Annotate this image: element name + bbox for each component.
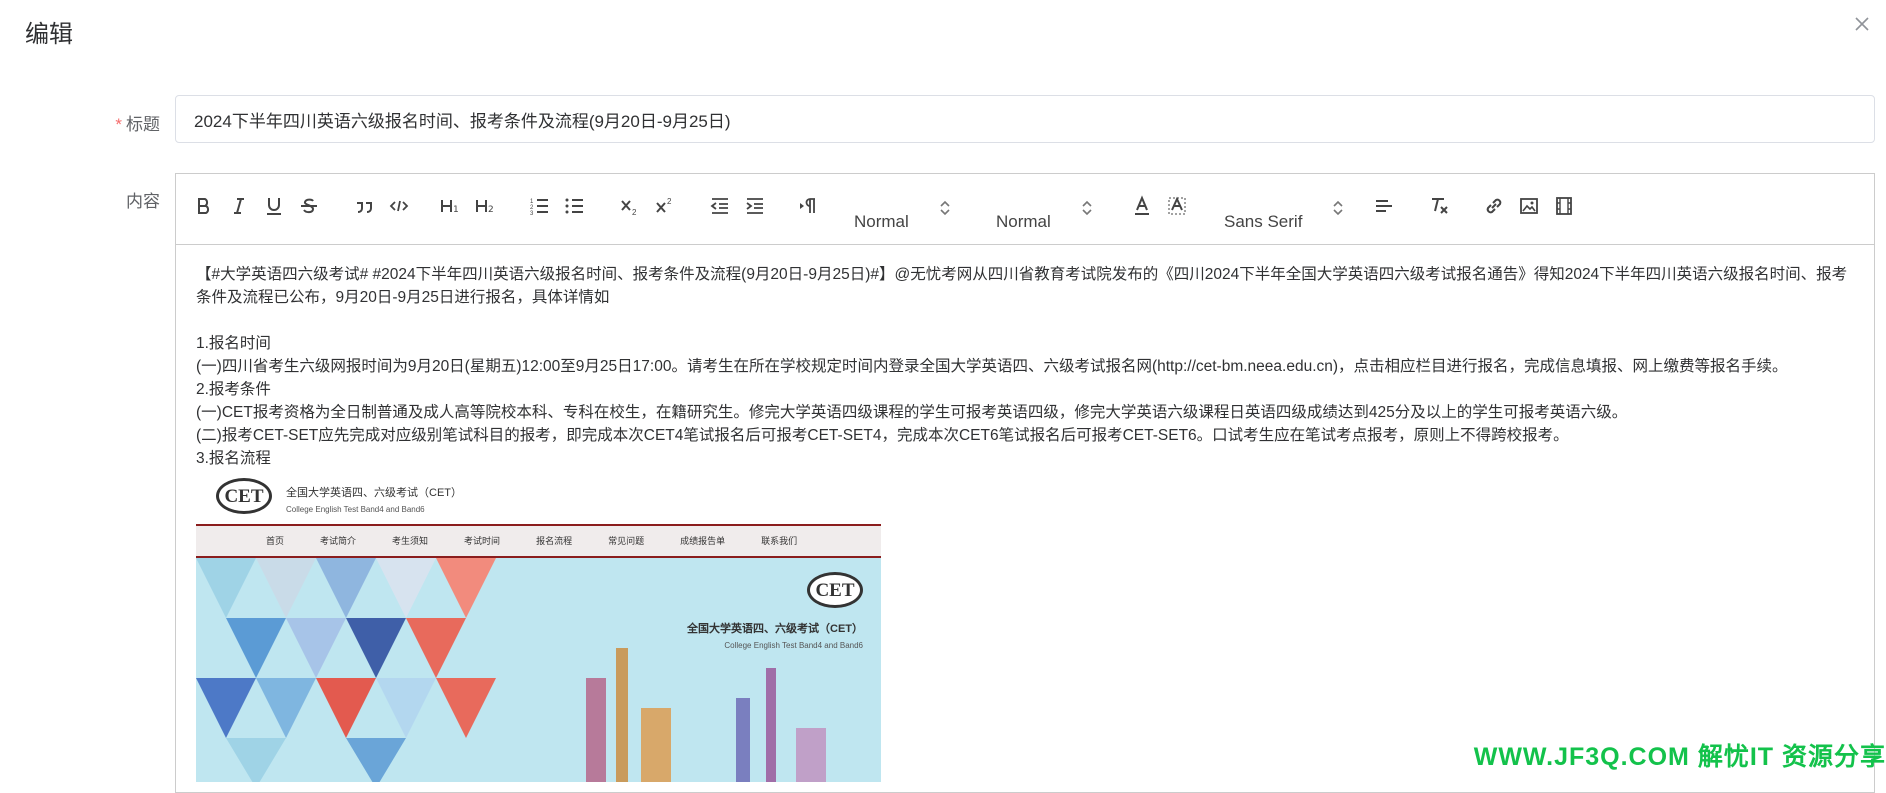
close-button[interactable]	[1850, 12, 1874, 36]
cet-nav-item: 联系我们	[761, 535, 798, 546]
text-color-icon	[1135, 195, 1149, 215]
cet-nav-item: 成绩报告单	[680, 535, 726, 546]
rich-text-editor: 1 2 123 2 2 Normal Normal Sans Serif 【#大…	[175, 173, 1875, 793]
header-picker[interactable]: Normal	[854, 200, 951, 236]
underline-button[interactable]	[260, 192, 288, 220]
svg-text:3: 3	[530, 211, 534, 217]
blockquote-button[interactable]	[350, 192, 378, 220]
bold-button[interactable]	[190, 192, 218, 220]
title-label-text: 标题	[126, 115, 160, 134]
text-direction-button[interactable]	[794, 192, 822, 220]
size-picker[interactable]: Normal	[996, 200, 1093, 236]
paragraph-conditions-2: (二)报考CET-SET应先完成对应级别笔试科目的报考，即完成本次CET4笔试报…	[196, 427, 1569, 444]
svg-text:1: 1	[453, 205, 459, 215]
image-icon	[1520, 198, 1538, 214]
outdent-icon	[710, 198, 728, 214]
font-picker[interactable]: Sans Serif	[1224, 200, 1344, 236]
close-icon	[1855, 17, 1869, 31]
indent-button[interactable]	[741, 192, 769, 220]
editor-toolbar: 1 2 123 2 2 Normal Normal Sans Serif	[176, 174, 1874, 245]
cet-image-header: CET 全国大学英语四、六级考试（CET） College English Te…	[196, 472, 881, 524]
link-icon	[1486, 198, 1502, 214]
banner-triangles	[196, 558, 826, 782]
dialog-title: 编辑	[25, 21, 73, 48]
size-picker-label: Normal	[996, 212, 1051, 231]
superscript-icon: 2	[656, 197, 672, 213]
background-color-icon	[1168, 196, 1186, 215]
cet-nav-item: 首页	[266, 535, 285, 546]
text-direction-icon	[800, 198, 815, 213]
quote-icon	[357, 202, 372, 213]
heading-process: 3.报名流程	[196, 450, 271, 467]
cet-title-en: College English Test Band4 and Band6	[286, 505, 425, 514]
clear-format-button[interactable]	[1425, 192, 1453, 220]
indent-icon	[746, 198, 763, 214]
cet-nav: 首页 考试简介 考生须知 考试时间 报名流程 常见问题 成绩报告单 联系我们	[196, 524, 881, 558]
bold-icon	[198, 198, 210, 214]
italic-button[interactable]	[225, 192, 253, 220]
video-button[interactable]	[1550, 192, 1578, 220]
required-mark: *	[115, 115, 122, 134]
svg-text:2: 2	[488, 205, 494, 215]
cet-banner-title-en: College English Test Band4 and Band6	[724, 641, 863, 650]
outdent-button[interactable]	[706, 192, 734, 220]
paragraph-conditions-1: (一)CET报考资格为全日制普通及成人高等院校本科、专科在校生，在籍研究生。修完…	[196, 404, 1628, 421]
clear-format-icon	[1432, 198, 1448, 214]
header-picker-label: Normal	[854, 212, 909, 231]
chevron-updown-icon	[940, 200, 950, 215]
cet-nav-item: 常见问题	[608, 535, 645, 546]
video-icon	[1556, 197, 1572, 215]
cet-nav-item: 考试时间	[464, 535, 501, 546]
ordered-list-icon: 123	[530, 199, 548, 217]
paragraph-signup-time: (一)四川省考生六级网报时间为9月20日(星期五)12:00至9月25日17:0…	[196, 358, 1788, 375]
header2-button[interactable]: 2	[471, 192, 499, 220]
title-label: * 标题	[40, 110, 160, 135]
watermark: WWW.JF3Q.COM 解忧IT 资源分享	[1473, 743, 1886, 771]
header1-button[interactable]: 1	[436, 192, 464, 220]
bullet-list-icon	[565, 198, 583, 214]
strike-button[interactable]	[295, 192, 323, 220]
paragraph-intro: 【#大学英语四六级考试# #2024下半年四川英语六级报名时间、报考条件及流程(…	[196, 266, 1848, 306]
heading-conditions: 2.报考条件	[196, 381, 271, 398]
chevron-updown-icon	[1333, 200, 1344, 215]
h2-icon: 2	[476, 200, 494, 215]
ordered-list-button[interactable]: 123	[526, 192, 554, 220]
font-picker-label: Sans Serif	[1224, 212, 1303, 231]
svg-text:2: 2	[667, 197, 672, 206]
cet-banner-logo: CET	[807, 572, 863, 608]
bullet-list-button[interactable]	[561, 192, 589, 220]
cet-logo: CET	[216, 478, 272, 514]
strike-icon	[301, 198, 317, 214]
cet-nav-item: 考试简介	[320, 535, 357, 546]
svg-text:2: 2	[632, 208, 637, 217]
italic-icon	[234, 198, 244, 214]
editor-content[interactable]: 【#大学英语四六级考试# #2024下半年四川英语六级报名时间、报考条件及流程(…	[176, 245, 1874, 782]
cet-nav-item: 报名流程	[536, 535, 573, 546]
image-button[interactable]	[1515, 192, 1543, 220]
content-label: 内容	[126, 192, 160, 211]
align-button[interactable]	[1370, 192, 1398, 220]
subscript-button[interactable]: 2	[616, 192, 644, 220]
cet-website-image[interactable]: CET 全国大学英语四、六级考试（CET） College English Te…	[196, 472, 881, 782]
align-icon	[1376, 200, 1392, 212]
h1-icon: 1	[441, 200, 459, 215]
code-block-button[interactable]	[385, 192, 413, 220]
superscript-button[interactable]: 2	[651, 192, 679, 220]
cet-banner: CET 全国大学英语四、六级考试（CET） College English Te…	[196, 558, 881, 782]
text-color-button[interactable]	[1128, 192, 1156, 220]
title-input[interactable]	[175, 95, 1875, 143]
background-color-button[interactable]	[1163, 192, 1191, 220]
code-icon	[389, 200, 409, 212]
cet-nav-item: 考生须知	[392, 535, 429, 546]
subscript-icon: 2	[621, 200, 637, 217]
underline-icon	[267, 198, 281, 215]
heading-signup-time: 1.报名时间	[196, 335, 271, 352]
chevron-updown-icon	[1082, 200, 1092, 215]
link-button[interactable]	[1480, 192, 1508, 220]
